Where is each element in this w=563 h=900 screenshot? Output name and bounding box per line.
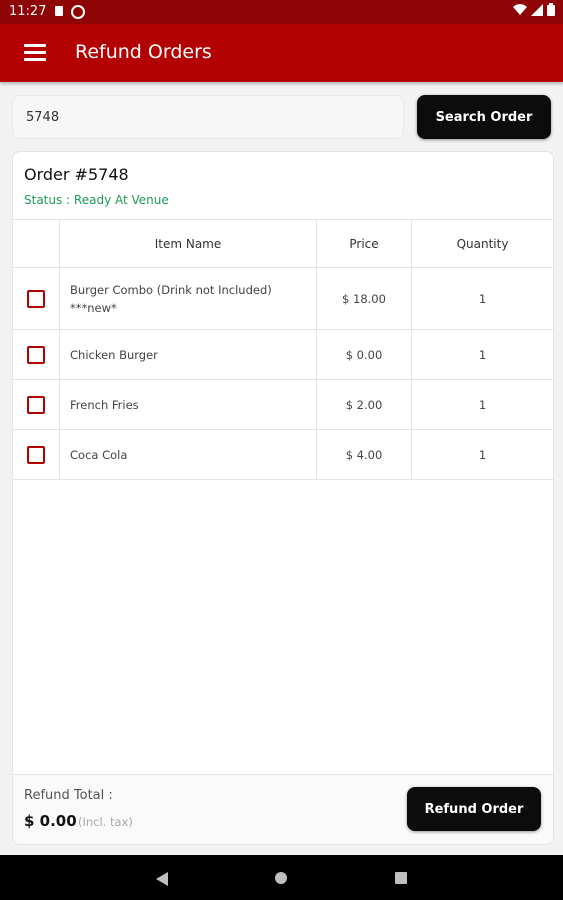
- item-quantity: 1: [478, 291, 487, 306]
- status-icons: [513, 3, 555, 16]
- signal-icon: [531, 3, 543, 16]
- order-card: Order #5748 Status : Ready At Venue Item…: [12, 151, 554, 845]
- item-name: French Fries: [60, 380, 317, 429]
- header-select-cell: [13, 220, 60, 267]
- table-row: Chicken Burger $ 0.00 1: [13, 330, 553, 380]
- item-checkbox[interactable]: [27, 289, 45, 308]
- order-title: Order #5748: [24, 165, 129, 184]
- refund-total-label: Refund Total :: [24, 788, 113, 803]
- home-icon[interactable]: [275, 872, 287, 884]
- tax-note: (Incl. tax): [78, 815, 133, 829]
- table-row: French Fries $ 2.00 1: [13, 380, 553, 430]
- hamburger-menu-icon[interactable]: [24, 44, 46, 62]
- system-nav-bar: [0, 855, 563, 900]
- checkbox-cell: [13, 430, 60, 479]
- item-price: $ 0.00: [317, 330, 412, 379]
- item-quantity: 1: [478, 397, 487, 412]
- item-checkbox[interactable]: [27, 395, 45, 414]
- back-icon[interactable]: [156, 872, 168, 886]
- sim-card-icon: [55, 6, 63, 16]
- app-bar: Refund Orders: [0, 24, 563, 82]
- refund-order-button[interactable]: Refund Order: [407, 787, 541, 831]
- order-items-table: Item Name Price Quantity Burger Combo (D…: [13, 219, 553, 480]
- search-order-button[interactable]: Search Order: [417, 95, 551, 139]
- status-bar: 11:27: [0, 0, 563, 24]
- item-name: Burger Combo (Drink not Included) ***new…: [60, 268, 317, 329]
- table-row: Coca Cola $ 4.00 1: [13, 430, 553, 480]
- recent-apps-icon[interactable]: [395, 872, 407, 884]
- header-item-name: Item Name: [60, 220, 317, 267]
- item-price: $ 4.00: [317, 430, 412, 479]
- item-checkbox[interactable]: [27, 345, 45, 364]
- status-time: 11:27: [9, 4, 47, 19]
- checkbox-cell: [13, 268, 60, 329]
- item-quantity: 1: [478, 347, 487, 362]
- item-quantity: 1: [478, 447, 487, 462]
- checkbox-cell: [13, 380, 60, 429]
- refund-total-amount: $ 0.00: [24, 812, 77, 830]
- item-checkbox[interactable]: [27, 445, 45, 464]
- item-name: Coca Cola: [60, 430, 317, 479]
- table-row: Burger Combo (Drink not Included) ***new…: [13, 268, 553, 330]
- wifi-icon: [513, 3, 527, 15]
- checkbox-cell: [13, 330, 60, 379]
- table-header-row: Item Name Price Quantity: [13, 219, 553, 268]
- header-quantity: Quantity: [456, 236, 509, 251]
- battery-icon: [547, 3, 555, 16]
- item-price: $ 18.00: [317, 268, 412, 329]
- item-name: Chicken Burger: [60, 330, 317, 379]
- item-price: $ 2.00: [317, 380, 412, 429]
- page-title: Refund Orders: [75, 41, 212, 63]
- order-status: Status : Ready At Venue: [24, 193, 169, 207]
- order-search-input[interactable]: [12, 95, 404, 139]
- data-saver-icon: [71, 5, 85, 19]
- refund-footer: Refund Total : $ 0.00 (Incl. tax) Refund…: [13, 774, 553, 844]
- header-price: Price: [317, 220, 412, 267]
